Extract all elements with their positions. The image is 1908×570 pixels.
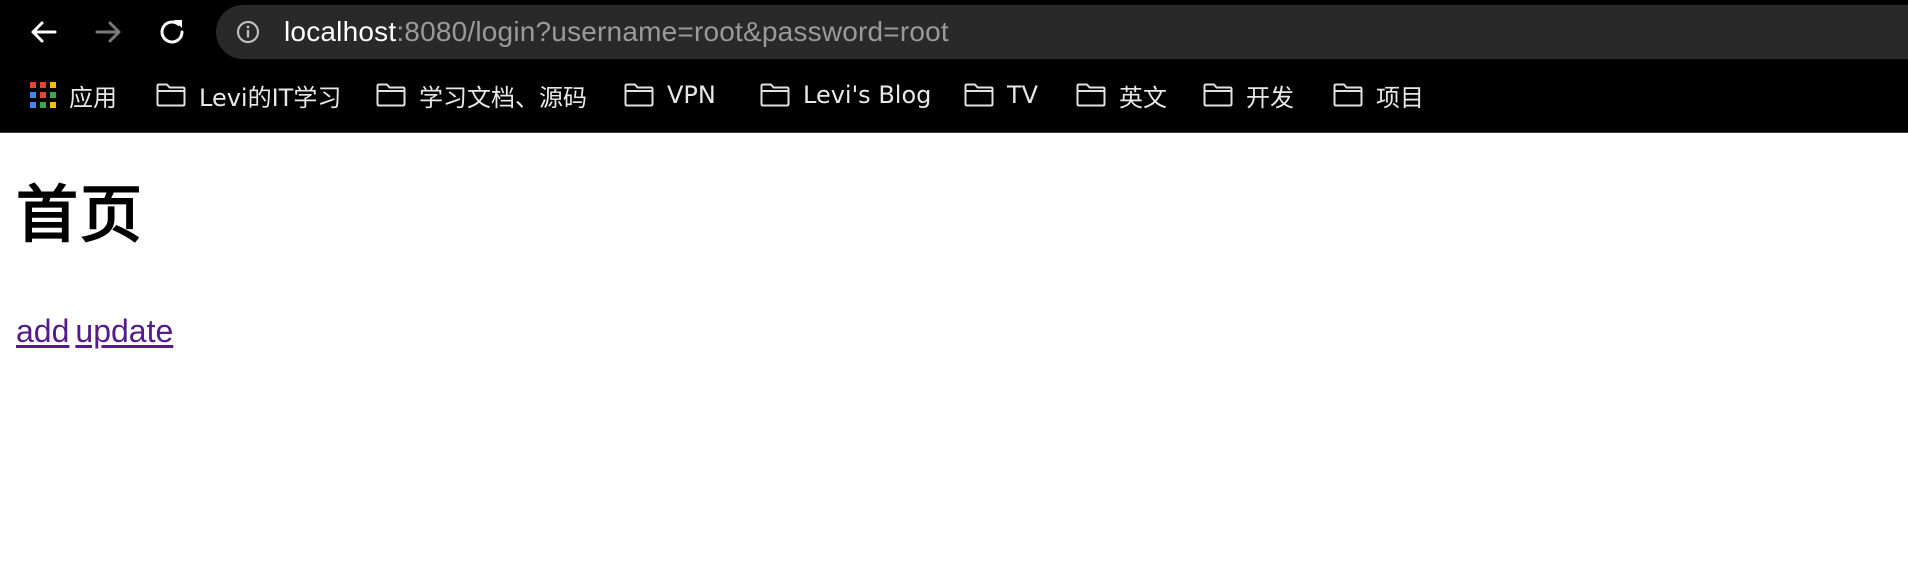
folder-icon [1203,83,1233,107]
info-icon[interactable] [236,20,260,44]
update-link[interactable]: update [75,313,173,349]
folder-icon [1333,83,1363,107]
folder-icon [760,83,790,107]
add-link[interactable]: add [16,313,69,349]
folder-icon [624,83,654,107]
reload-icon [160,20,184,44]
bookmarks-bar: 应用 Levi的IT学习 学习文档、源码 VPN Levi's Blog TV … [0,70,1908,120]
bookmark-label: Levi's Blog [803,81,932,109]
bookmark-label: 开发 [1246,83,1294,112]
page-title: 首页 [16,178,145,251]
address-bar[interactable]: localhost:8080/login?username=root&passw… [216,5,1908,59]
browser-toolbar: localhost:8080/login?username=root&passw… [0,0,1908,64]
bookmark-label: Levi的IT学习 [199,83,342,112]
back-arrow-icon [31,21,57,43]
bookmark-label: 英文 [1119,83,1167,112]
bookmark-folder-docs[interactable]: 学习文档、源码 [376,70,587,120]
forward-arrow-icon [95,21,121,43]
bookmark-folder-blog[interactable]: Levi's Blog [760,70,931,120]
bookmark-folder-english[interactable]: 英文 [1076,70,1167,120]
folder-icon [1076,83,1106,107]
bookmark-label: 学习文档、源码 [419,83,587,112]
bookmark-folder-levi-it[interactable]: Levi的IT学习 [156,70,341,120]
bookmark-label: 应用 [69,83,117,112]
forward-button[interactable] [88,12,128,52]
bookmark-label: VPN [667,81,716,109]
link-group: add update [16,311,179,351]
folder-icon [376,83,406,107]
folder-icon [964,83,994,107]
bookmark-folder-projects[interactable]: 项目 [1333,70,1424,120]
url-host: localhost [284,16,397,47]
folder-icon [156,83,186,107]
page-content: 首页 add update [0,133,1908,570]
reload-button[interactable] [152,12,192,52]
url-path-query: :8080/login?username=root&password=root [396,16,949,47]
bookmark-apps[interactable]: 应用 [30,70,117,120]
bookmark-folder-vpn[interactable]: VPN [624,70,716,120]
bookmark-label: 项目 [1376,83,1424,112]
browser-chrome: localhost:8080/login?username=root&passw… [0,0,1908,133]
apps-grid-icon [30,82,56,108]
bookmark-folder-dev[interactable]: 开发 [1203,70,1294,120]
url-text[interactable]: localhost:8080/login?username=root&passw… [284,5,949,59]
back-button[interactable] [24,12,64,52]
bookmark-folder-tv[interactable]: TV [964,70,1038,120]
bookmark-label: TV [1007,81,1039,109]
